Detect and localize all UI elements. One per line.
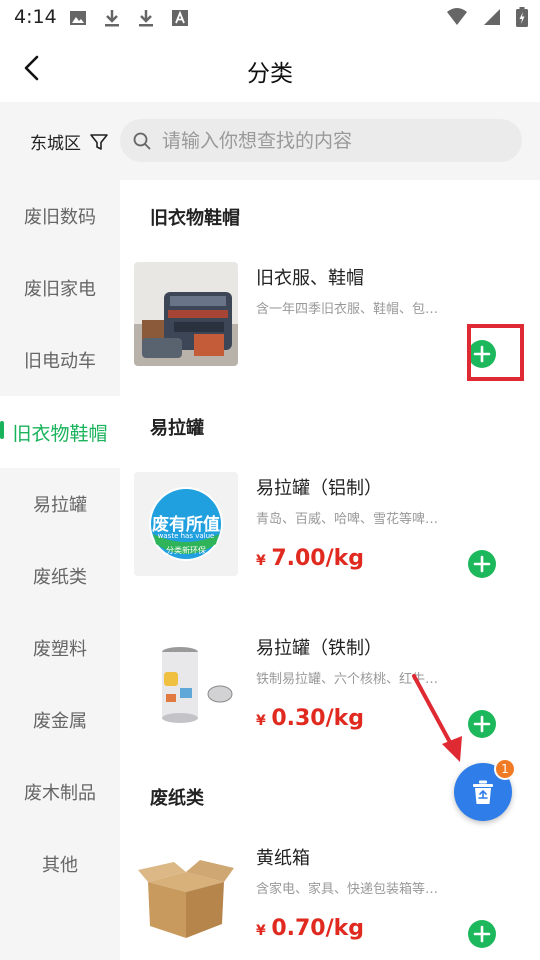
search-bar-row: 东城区 — [0, 102, 540, 180]
download-icon — [139, 10, 153, 27]
product-image-clothes — [134, 262, 238, 366]
sidebar-item-label: 废纸类 — [33, 567, 87, 588]
wifi-icon — [447, 8, 467, 25]
price-value: 7.00/kg — [271, 546, 365, 571]
image-icon — [70, 11, 86, 25]
product-card-aluminum-can[interactable]: 废有所值 waste has value 分类新环保 易拉罐（铝制） 青岛、百威… — [134, 472, 530, 588]
signal-icon — [484, 9, 500, 25]
product-price: ¥ 0.30/kg — [256, 706, 364, 731]
product-description: 青岛、百威、哈啤、雪花等啤… — [256, 512, 439, 527]
sidebar-item-label: 废木制品 — [24, 783, 96, 804]
download-icon — [105, 10, 119, 27]
sidebar-item-label: 易拉罐 — [33, 495, 87, 516]
price-value: 0.30/kg — [271, 706, 365, 731]
sidebar-item-plastic[interactable]: 废塑料 — [0, 612, 120, 684]
sidebar-item-cans[interactable]: 易拉罐 — [0, 468, 120, 540]
product-list: 旧衣物鞋帽 旧衣服、鞋帽 含一年四季旧衣服、鞋帽、包… 易拉罐 废有所值 was… — [120, 180, 540, 960]
product-price: ¥ 0.70/kg — [256, 916, 364, 941]
section-title-cans: 易拉罐 — [150, 418, 204, 439]
product-name: 旧衣服、鞋帽 — [256, 268, 364, 289]
plus-icon — [473, 555, 491, 573]
status-time: 4:14 — [14, 6, 57, 28]
sidebar-item-paper[interactable]: 废纸类 — [0, 540, 120, 612]
font-icon — [172, 10, 188, 26]
product-card-iron-can[interactable]: 易拉罐（铁制） 铁制易拉罐、六个核桃、红牛… ¥ 0.30/kg — [134, 632, 530, 748]
product-image-cardboard — [134, 842, 238, 946]
add-button[interactable] — [468, 920, 496, 948]
add-button[interactable] — [468, 710, 496, 738]
sidebar-item-label: 其他 — [42, 855, 78, 876]
search-box[interactable] — [120, 119, 522, 162]
currency-symbol: ¥ — [256, 553, 266, 569]
page-title: 分类 — [247, 61, 293, 87]
status-bar: 4:14 — [0, 0, 540, 36]
sidebar-item-label: 废塑料 — [33, 639, 87, 660]
currency-symbol: ¥ — [256, 923, 266, 939]
product-name: 黄纸箱 — [256, 848, 310, 869]
price-value: 0.70/kg — [271, 916, 365, 941]
district-selector[interactable]: 东城区 — [30, 129, 109, 154]
product-image-iron-can — [134, 632, 238, 736]
highlight-annotation-box — [467, 324, 524, 381]
search-icon — [133, 132, 151, 149]
section-title-clothes: 旧衣物鞋帽 — [150, 208, 240, 229]
category-sidebar: 废旧数码 废旧家电 旧电动车 旧衣物鞋帽 易拉罐 废纸类 废塑料 废金属 废木制… — [0, 180, 120, 960]
sidebar-item-clothes[interactable]: 旧衣物鞋帽 — [0, 396, 120, 468]
product-name: 易拉罐（铁制） — [256, 638, 382, 659]
plus-icon — [473, 925, 491, 943]
add-button[interactable] — [468, 550, 496, 578]
product-name: 易拉罐（铝制） — [256, 478, 382, 499]
sidebar-item-other[interactable]: 其他 — [0, 828, 120, 900]
product-image-aluminum-can: 废有所值 waste has value 分类新环保 — [134, 472, 238, 576]
sidebar-item-label: 废旧家电 — [24, 279, 96, 300]
sidebar-item-metal[interactable]: 废金属 — [0, 684, 120, 756]
logo-subtext: waste has value — [157, 532, 215, 540]
product-description: 含家电、家具、快递包装箱等… — [256, 882, 439, 897]
sidebar-item-label: 旧衣物鞋帽 — [12, 422, 108, 445]
currency-symbol: ¥ — [256, 713, 266, 729]
district-label: 东城区 — [30, 134, 81, 154]
recycle-bin-icon — [473, 780, 493, 804]
logo-bottom-text: 分类新环保 — [166, 546, 206, 555]
sidebar-item-appliances[interactable]: 废旧家电 — [0, 252, 120, 324]
product-card-cardboard[interactable]: 黄纸箱 含家电、家具、快递包装箱等… ¥ 0.70/kg — [134, 842, 530, 958]
sidebar-item-label: 废旧数码 — [24, 207, 96, 228]
sidebar-item-label: 废金属 — [33, 711, 87, 732]
product-description: 铁制易拉罐、六个核桃、红牛… — [256, 672, 439, 687]
navigation-header: 分类 — [0, 36, 540, 102]
cart-count-badge: 1 — [494, 758, 516, 780]
sidebar-item-label: 旧电动车 — [24, 351, 96, 372]
search-input[interactable] — [162, 129, 502, 152]
recycle-cart-button[interactable]: 1 — [454, 758, 516, 821]
plus-icon — [473, 715, 491, 733]
sidebar-item-e-bikes[interactable]: 旧电动车 — [0, 324, 120, 396]
product-description: 含一年四季旧衣服、鞋帽、包… — [256, 302, 439, 317]
sidebar-item-wood[interactable]: 废木制品 — [0, 756, 120, 828]
sidebar-item-digital[interactable]: 废旧数码 — [0, 180, 120, 252]
filter-icon — [90, 133, 108, 150]
battery-icon — [516, 7, 528, 27]
section-title-paper: 废纸类 — [150, 788, 204, 809]
product-price: ¥ 7.00/kg — [256, 546, 364, 571]
system-icons — [446, 7, 528, 27]
notification-icons — [68, 8, 190, 28]
